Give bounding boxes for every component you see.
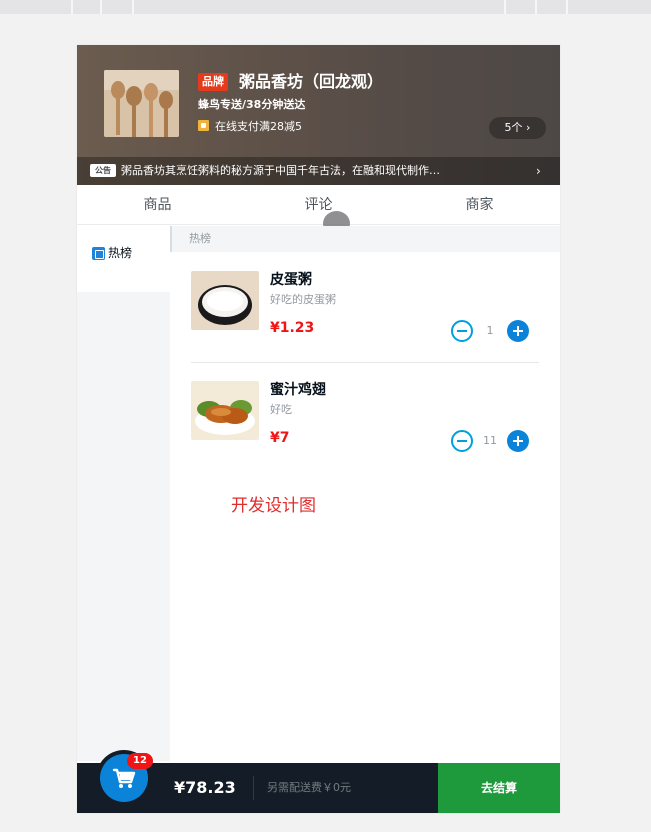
checkout-button[interactable]: 去结算 bbox=[438, 763, 560, 813]
cart-total-price: ¥78.23 bbox=[174, 778, 236, 797]
strip-divider bbox=[504, 0, 506, 14]
decrease-button[interactable] bbox=[451, 320, 473, 342]
decrease-button[interactable] bbox=[451, 430, 473, 452]
food-count: 1 bbox=[486, 324, 494, 337]
cart-count-badge: 12 bbox=[127, 753, 153, 769]
strip-divider bbox=[100, 0, 102, 14]
discount-icon bbox=[198, 120, 209, 131]
chevron-right-icon: › bbox=[536, 164, 541, 178]
shop-header: 品牌 粥品香坊（回龙观） 蜂鸟专送/38分钟送达 在线支付满28减5 5个 › … bbox=[77, 45, 560, 185]
browser-top-strip bbox=[0, 0, 651, 14]
increase-button[interactable] bbox=[507, 320, 529, 342]
food-item[interactable]: 蜜汁鸡翅 好吃 ¥7 11 bbox=[170, 381, 560, 491]
watermark-text: 开发设计图 bbox=[231, 496, 316, 516]
food-price: ¥7 bbox=[270, 430, 290, 446]
promotion-row: 在线支付满28减5 bbox=[198, 119, 302, 135]
strip-divider bbox=[566, 0, 568, 14]
increase-button[interactable] bbox=[507, 430, 529, 452]
food-image bbox=[191, 271, 259, 330]
food-name: 皮蛋粥 bbox=[270, 272, 312, 288]
menu-item-hot[interactable]: 热榜 bbox=[77, 226, 170, 292]
food-section-title: 热榜 bbox=[170, 226, 560, 252]
tab-seller[interactable]: 商家 bbox=[399, 185, 560, 225]
strip-divider bbox=[132, 0, 134, 14]
strip-divider bbox=[71, 0, 73, 14]
divider bbox=[191, 362, 539, 363]
bulletin-bar[interactable]: 公告 粥品香坊其烹饪粥料的秘方源于中国千年古法，在融和现代制作… › bbox=[77, 157, 560, 185]
promotion-text: 在线支付满28减5 bbox=[215, 120, 302, 133]
food-image bbox=[191, 381, 259, 440]
delivery-info: 蜂鸟专送/38分钟送达 bbox=[198, 98, 306, 111]
food-description: 好吃的皮蛋粥 bbox=[270, 293, 336, 306]
food-item[interactable]: 皮蛋粥 好吃的皮蛋粥 ¥1.23 1 bbox=[170, 271, 560, 381]
menu-sidebar: 热榜 bbox=[77, 226, 170, 761]
divider bbox=[253, 776, 254, 800]
tab-bar: 商品 评论 商家 bbox=[77, 185, 560, 225]
food-count: 11 bbox=[483, 434, 497, 447]
bulletin-badge: 公告 bbox=[90, 164, 116, 177]
bulletin-text: 粥品香坊其烹饪粥料的秘方源于中国千年古法，在融和现代制作… bbox=[121, 164, 440, 177]
hot-icon bbox=[92, 247, 105, 260]
food-price: ¥1.23 bbox=[270, 320, 315, 336]
delivery-fee: 另需配送费￥0元 bbox=[267, 781, 351, 794]
app-screen: 品牌 粥品香坊（回龙观） 蜂鸟专送/38分钟送达 在线支付满28减5 5个 › … bbox=[77, 45, 560, 813]
food-name: 蜜汁鸡翅 bbox=[270, 382, 326, 398]
shop-name: 粥品香坊（回龙观） bbox=[239, 72, 384, 91]
menu-item-label: 热榜 bbox=[108, 246, 133, 260]
strip-divider bbox=[535, 0, 537, 14]
shop-logo bbox=[104, 70, 179, 137]
food-description: 好吃 bbox=[270, 403, 292, 416]
promotions-count-button[interactable]: 5个 › bbox=[489, 117, 546, 139]
brand-badge: 品牌 bbox=[198, 73, 228, 91]
tab-goods[interactable]: 商品 bbox=[77, 185, 238, 225]
tab-ratings[interactable]: 评论 bbox=[238, 185, 399, 225]
